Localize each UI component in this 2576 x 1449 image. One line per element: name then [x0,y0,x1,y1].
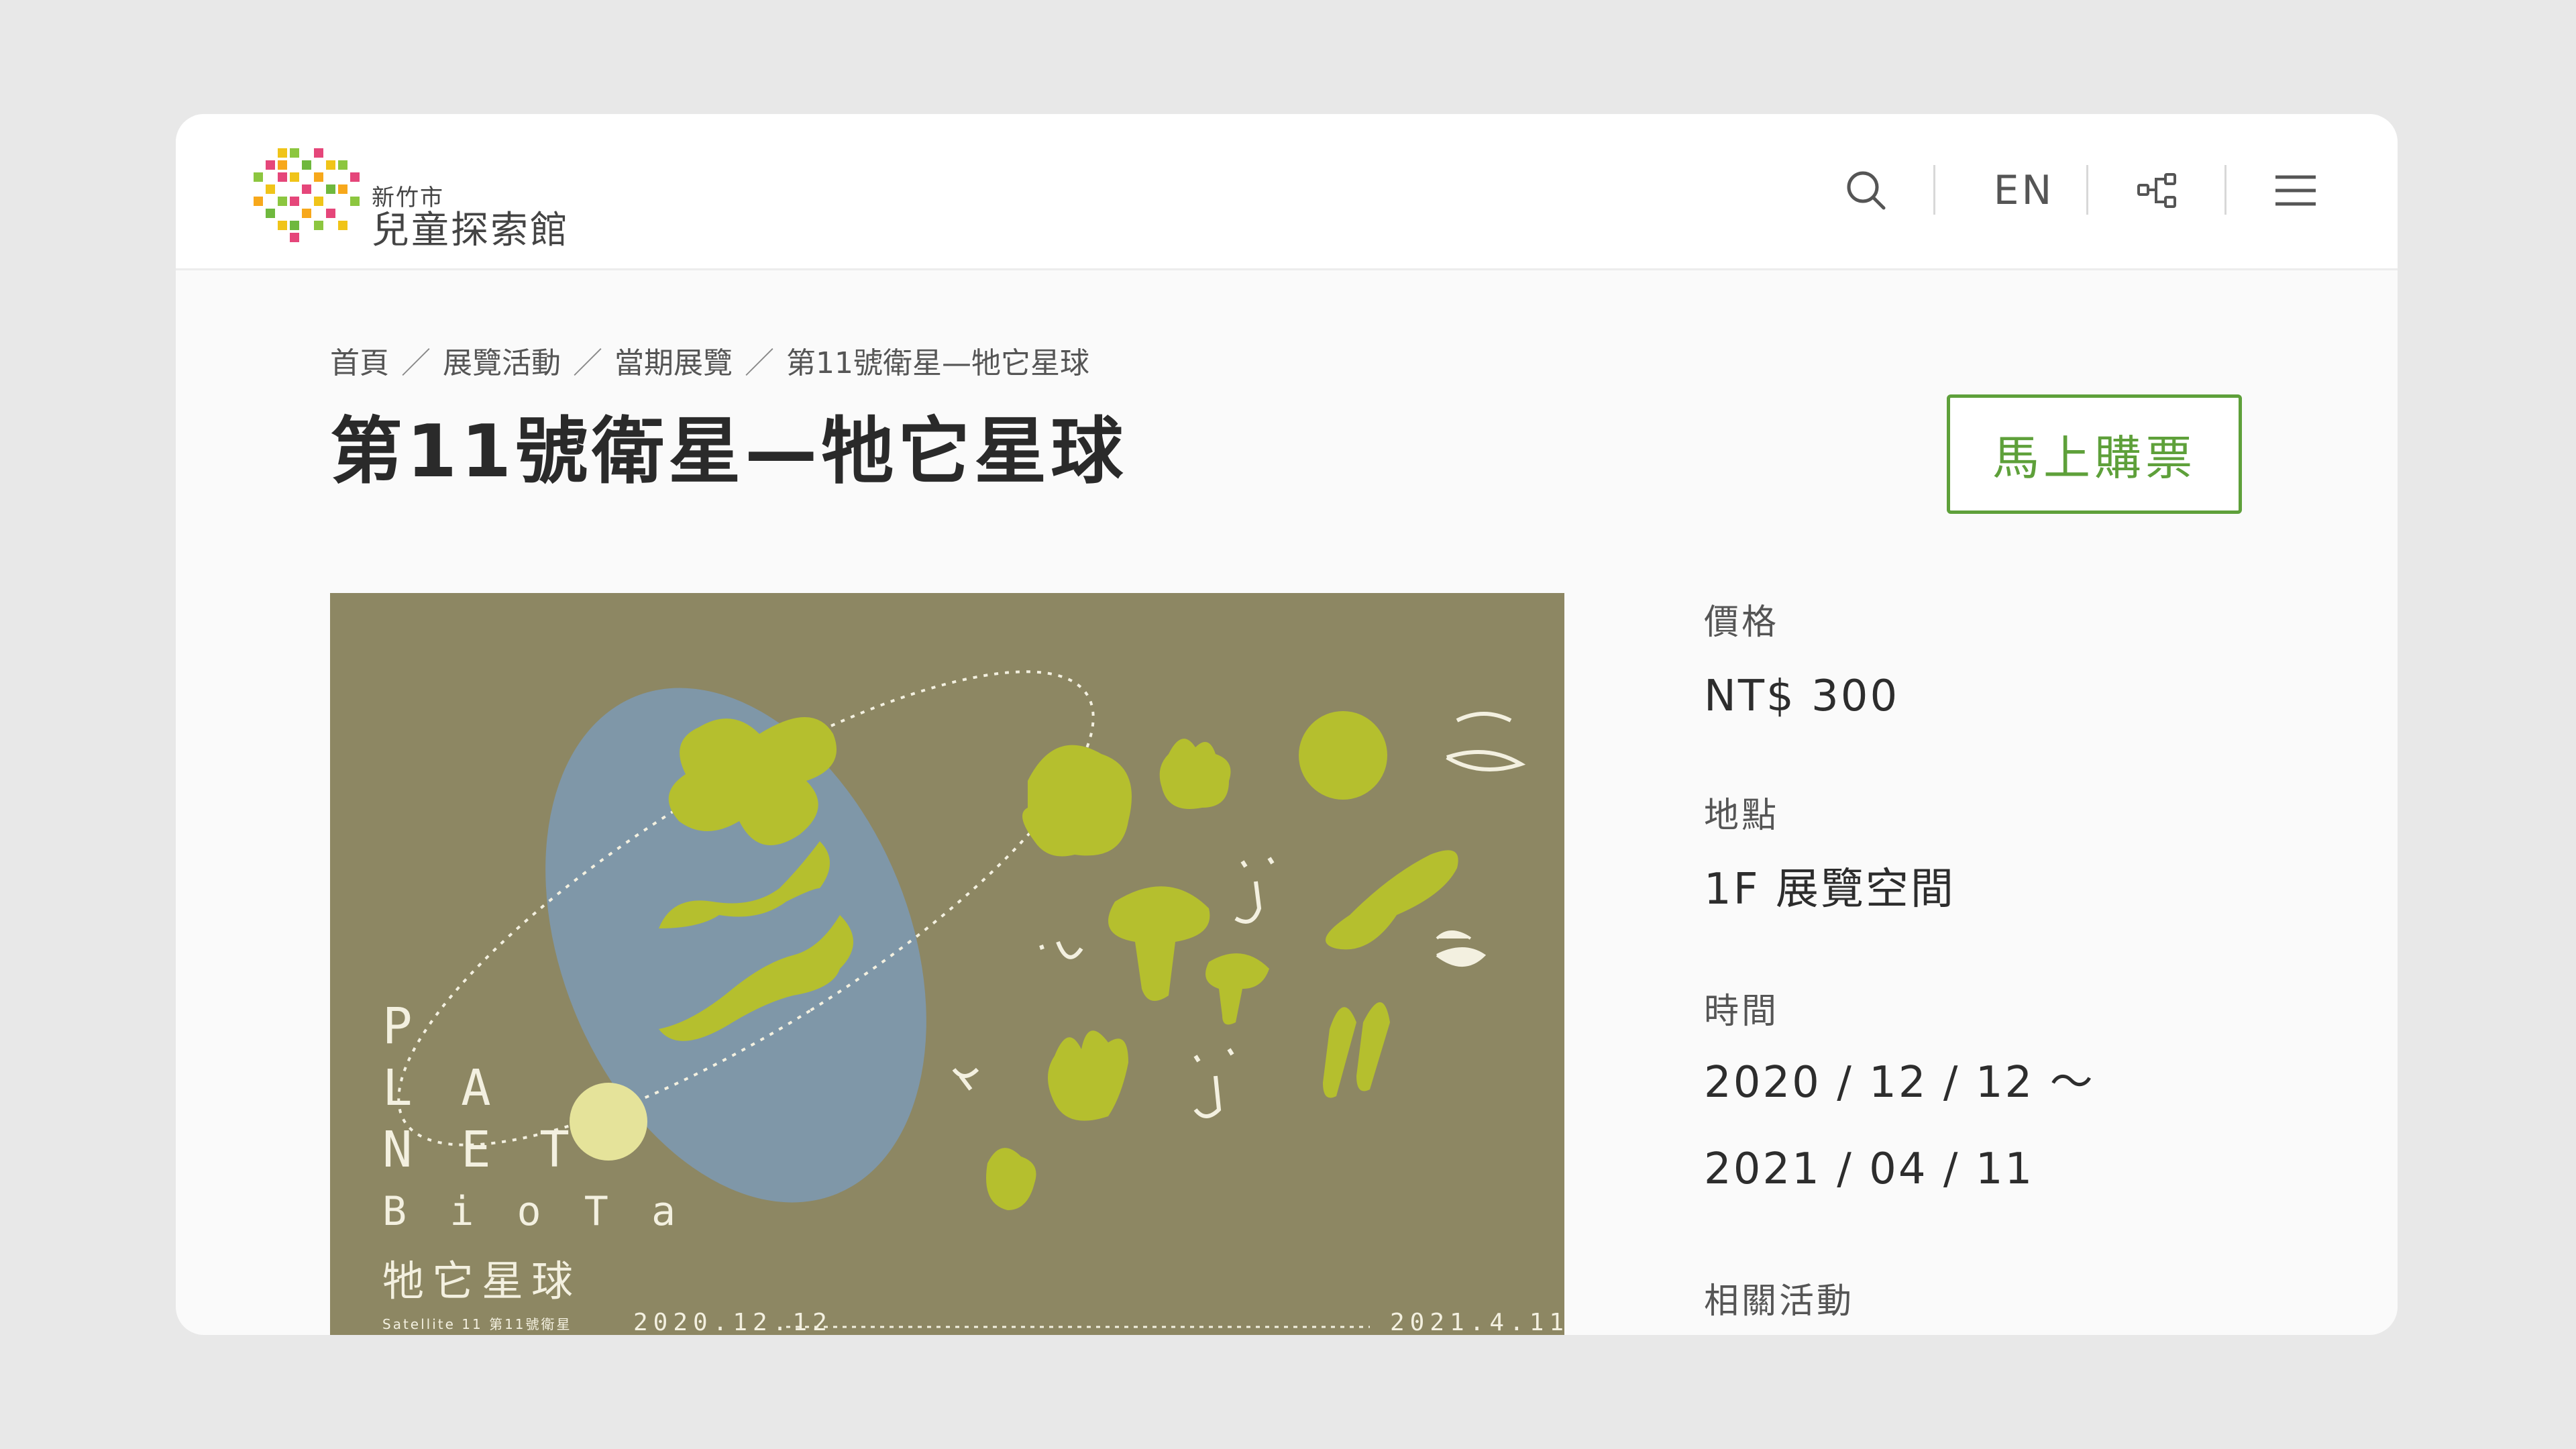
browser-window: 新竹市 兒童探索館 EN 首頁 ／ 展覽活動 ／ 當期展覽 ／ 第11號衛星—牠… [176,114,2398,1335]
poster-title-line: B i o T a [382,1188,686,1235]
breadcrumb-separator: ／ [745,346,774,380]
breadcrumb-current-page: 第11號衛星—牠它星球 [786,346,1089,380]
location-value: 1F 展覽空間 [1704,865,1955,914]
breadcrumb-exhibitions[interactable]: 展覽活動 [443,346,561,380]
price-value: NT$ 300 [1704,672,1900,721]
breadcrumb-separator: ／ [573,346,602,380]
breadcrumb: 首頁 ／ 展覽活動 ／ 當期展覽 ／ 第11號衛星—牠它星球 [330,349,1089,378]
sitemap-button[interactable] [2124,157,2191,224]
search-icon [1847,171,1886,210]
time-end-value: 2021 / 04 / 11 [1704,1144,2035,1194]
sitemap-icon [2137,173,2176,208]
logo-mosaic-icon [254,148,360,242]
price-label: 價格 [1704,602,1780,643]
breadcrumb-separator: ／ [401,346,431,380]
poster-title-line: L A [382,1059,500,1117]
exhibition-poster: P L A N E T B i o T a 牠它星球 Satellite 11 … [330,593,1564,1335]
search-button[interactable] [1833,157,1900,224]
poster-date-start: 2020.12.12 [633,1309,833,1335]
breadcrumb-current-exhibitions[interactable]: 當期展覽 [614,346,733,380]
poster-subtitle: Satellite 11 第11號衛星 [382,1316,572,1332]
poster-date-end: 2021.4.11 [1390,1309,1564,1335]
logo-text-museum: 兒童探索館 [372,209,570,252]
site-logo[interactable]: 新竹市 兒童探索館 [251,145,586,250]
header-divider [2086,165,2088,215]
poster-title-cn: 牠它星球 [382,1256,582,1305]
poster-title-line: P [382,998,422,1055]
time-start-value: 2020 / 12 / 12 ～ [1704,1058,2095,1108]
poster-title-block: P L A N E T B i o T a [382,996,685,1242]
poster-title-line: N E T [382,1121,579,1179]
breadcrumb-home[interactable]: 首頁 [330,346,389,380]
related-activities-label: 相關活動 [1704,1281,1855,1322]
page-title: 第11號衛星—牠它星球 [330,410,1128,494]
header-divider [1933,165,1935,215]
header-divider [2224,165,2226,215]
menu-icon [2275,175,2316,206]
time-label: 時間 [1704,991,1780,1032]
buy-ticket-button[interactable]: 馬上購票 [1947,394,2242,514]
logo-text-city: 新竹市 [372,184,444,211]
location-label: 地點 [1704,796,1780,836]
language-toggle[interactable]: EN [1974,157,2074,224]
site-header: 新竹市 兒童探索館 EN [176,114,2398,270]
menu-button[interactable] [2262,157,2329,224]
